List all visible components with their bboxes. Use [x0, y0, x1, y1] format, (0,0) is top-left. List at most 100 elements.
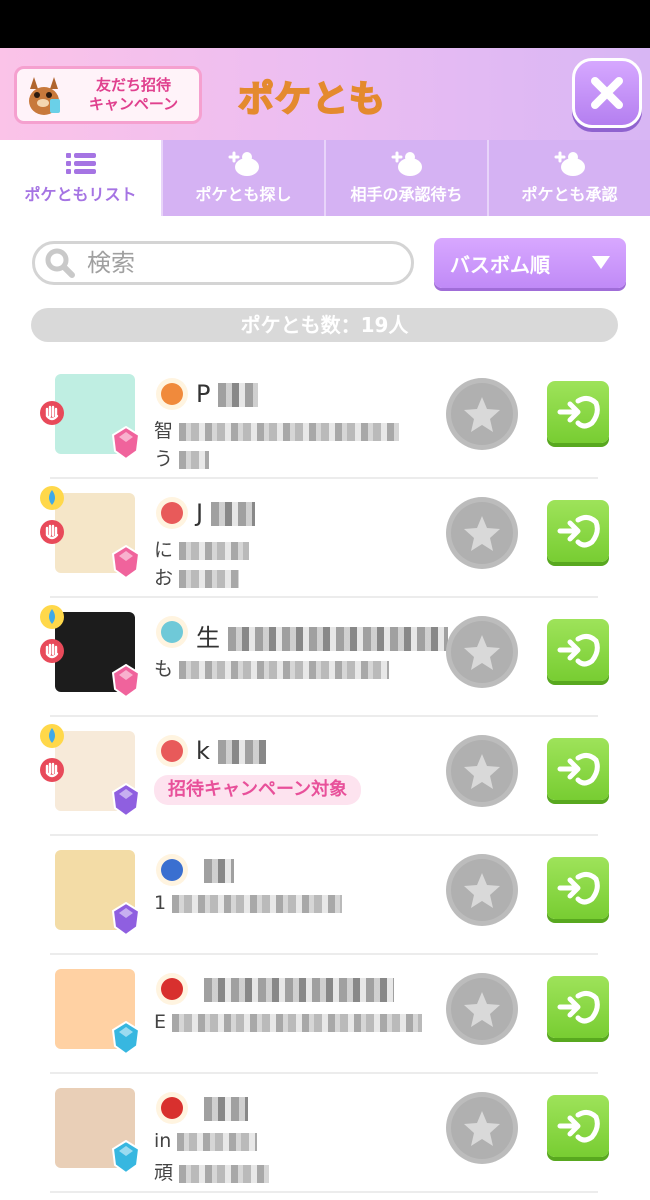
pixelated-text — [179, 569, 240, 588]
list-item[interactable]: 生 も — [0, 598, 650, 717]
hand-wave-icon — [40, 520, 64, 544]
header: 友だち招待 キャンペーン ポケとも — [0, 48, 650, 140]
visit-room-icon — [557, 514, 600, 548]
friend-name — [196, 975, 394, 1003]
tab-find-friends[interactable]: ポケとも探し — [161, 140, 324, 216]
friend-name — [196, 856, 234, 884]
pixelated-text — [179, 1164, 270, 1183]
visit-room-button[interactable] — [547, 619, 609, 681]
pixelated-text — [179, 422, 400, 441]
friend-name: k — [196, 737, 266, 765]
bathbomb-gem-icon — [111, 426, 141, 460]
favorite-star-button[interactable] — [446, 497, 518, 569]
favorite-star-button[interactable] — [446, 973, 518, 1045]
avatar-wrap — [55, 731, 141, 817]
status-bar — [0, 0, 650, 48]
favorite-star-button[interactable] — [446, 616, 518, 688]
tab-approve-friends[interactable]: ポケとも承認 — [487, 140, 650, 216]
pixelated-text — [172, 894, 343, 913]
friend-message-text: 智 — [154, 420, 174, 442]
list-item[interactable]: J に お — [0, 479, 650, 598]
friend-message-line2: う — [154, 444, 210, 471]
avatar-wrap — [55, 1088, 141, 1174]
visit-room-icon — [557, 752, 600, 786]
list-item[interactable]: P 智 う — [0, 360, 650, 479]
friend-message-line1: E — [154, 1011, 423, 1033]
friend-message-line1: に — [154, 535, 250, 562]
sort-label: バスボム順 — [450, 252, 550, 277]
favorite-star-button[interactable] — [446, 1092, 518, 1164]
bathbomb-gem-icon — [111, 1140, 141, 1174]
pixelated-name — [218, 383, 259, 407]
pixelated-name — [217, 740, 266, 764]
tab-friend-list[interactable]: ポケともリスト — [0, 140, 161, 216]
list-item[interactable]: 1 自 — [0, 836, 650, 955]
pixelated-name — [211, 502, 256, 526]
favorite-star-button[interactable] — [446, 378, 518, 450]
star-icon — [464, 754, 500, 789]
hand-wave-icon — [40, 758, 64, 782]
friend-message-text: も — [154, 658, 174, 680]
hand-wave-icon — [40, 401, 64, 425]
campaign-banner[interactable]: 友だち招待 キャンペーン — [14, 66, 202, 124]
friend-message-text: in — [154, 1130, 172, 1152]
visit-room-button[interactable] — [547, 381, 609, 443]
visit-room-icon — [557, 633, 600, 667]
friend-message-text: 1 — [154, 892, 167, 914]
friend-message-text: E — [154, 1011, 167, 1033]
list-item[interactable]: k 招待キャンペーン対象 — [0, 717, 650, 836]
favorite-star-button[interactable] — [446, 854, 518, 926]
avatar-wrap — [55, 850, 141, 936]
friend-message-line2: 頑 — [154, 1158, 270, 1185]
visit-room-button[interactable] — [547, 857, 609, 919]
bathbomb-gem-icon — [111, 545, 141, 579]
search-input[interactable] — [85, 248, 389, 278]
star-icon — [464, 516, 500, 551]
row-divider — [50, 1191, 598, 1193]
list-item[interactable]: E — [0, 955, 650, 1074]
pixelated-text — [172, 1013, 423, 1032]
friend-name-text: 生 — [196, 624, 220, 652]
pixelated-text — [179, 450, 210, 469]
campaign-line2: キャンペーン — [88, 95, 179, 113]
sort-dropdown[interactable]: バスボム順 — [434, 238, 626, 288]
friend-message-line1: も — [154, 654, 390, 681]
pixelated-name — [228, 627, 448, 651]
crab-zodiac-icon — [156, 973, 188, 1005]
favorite-star-button[interactable] — [446, 735, 518, 807]
add-friend-icon — [391, 151, 422, 176]
search-box[interactable] — [32, 241, 414, 285]
hand-wave-icon — [40, 639, 64, 663]
friend-name-text: J — [196, 499, 204, 527]
friend-message-text: お — [154, 567, 174, 589]
friend-name — [196, 1094, 248, 1122]
list-icon — [65, 153, 96, 174]
close-icon — [591, 77, 623, 109]
star-icon — [464, 397, 500, 432]
visit-room-button[interactable] — [547, 738, 609, 800]
scales-zodiac-icon — [156, 854, 188, 886]
friend-message-line2: お — [154, 563, 240, 590]
list-item[interactable]: in 頑 — [0, 1074, 650, 1193]
bathbomb-gem-icon — [111, 902, 141, 936]
page-title: ポケとも — [237, 78, 387, 121]
visit-room-button[interactable] — [547, 976, 609, 1038]
pixelated-name — [204, 1097, 248, 1121]
friend-message-line1: 1 — [154, 892, 343, 914]
visit-room-button[interactable] — [547, 1095, 609, 1157]
close-button[interactable] — [572, 58, 642, 128]
bathbomb-gem-icon — [111, 783, 141, 817]
star-icon — [464, 873, 500, 908]
visit-room-icon — [557, 395, 600, 429]
water-drop-icon — [40, 724, 64, 748]
visit-room-button[interactable] — [547, 500, 609, 562]
add-friend-icon — [228, 151, 259, 176]
fish-zodiac-icon — [156, 378, 188, 410]
squirrel-mascot-icon — [29, 77, 60, 115]
star-icon — [464, 635, 500, 670]
avatar-wrap — [55, 374, 141, 460]
water-drop-icon — [40, 605, 64, 629]
tab-pending-approval[interactable]: 相手の承認待ち — [324, 140, 487, 216]
tab-label: ポケとも承認 — [521, 185, 618, 204]
tab-bar: ポケともリスト ポケとも探し 相手の承認待ち ポケとも承認 — [0, 140, 650, 216]
